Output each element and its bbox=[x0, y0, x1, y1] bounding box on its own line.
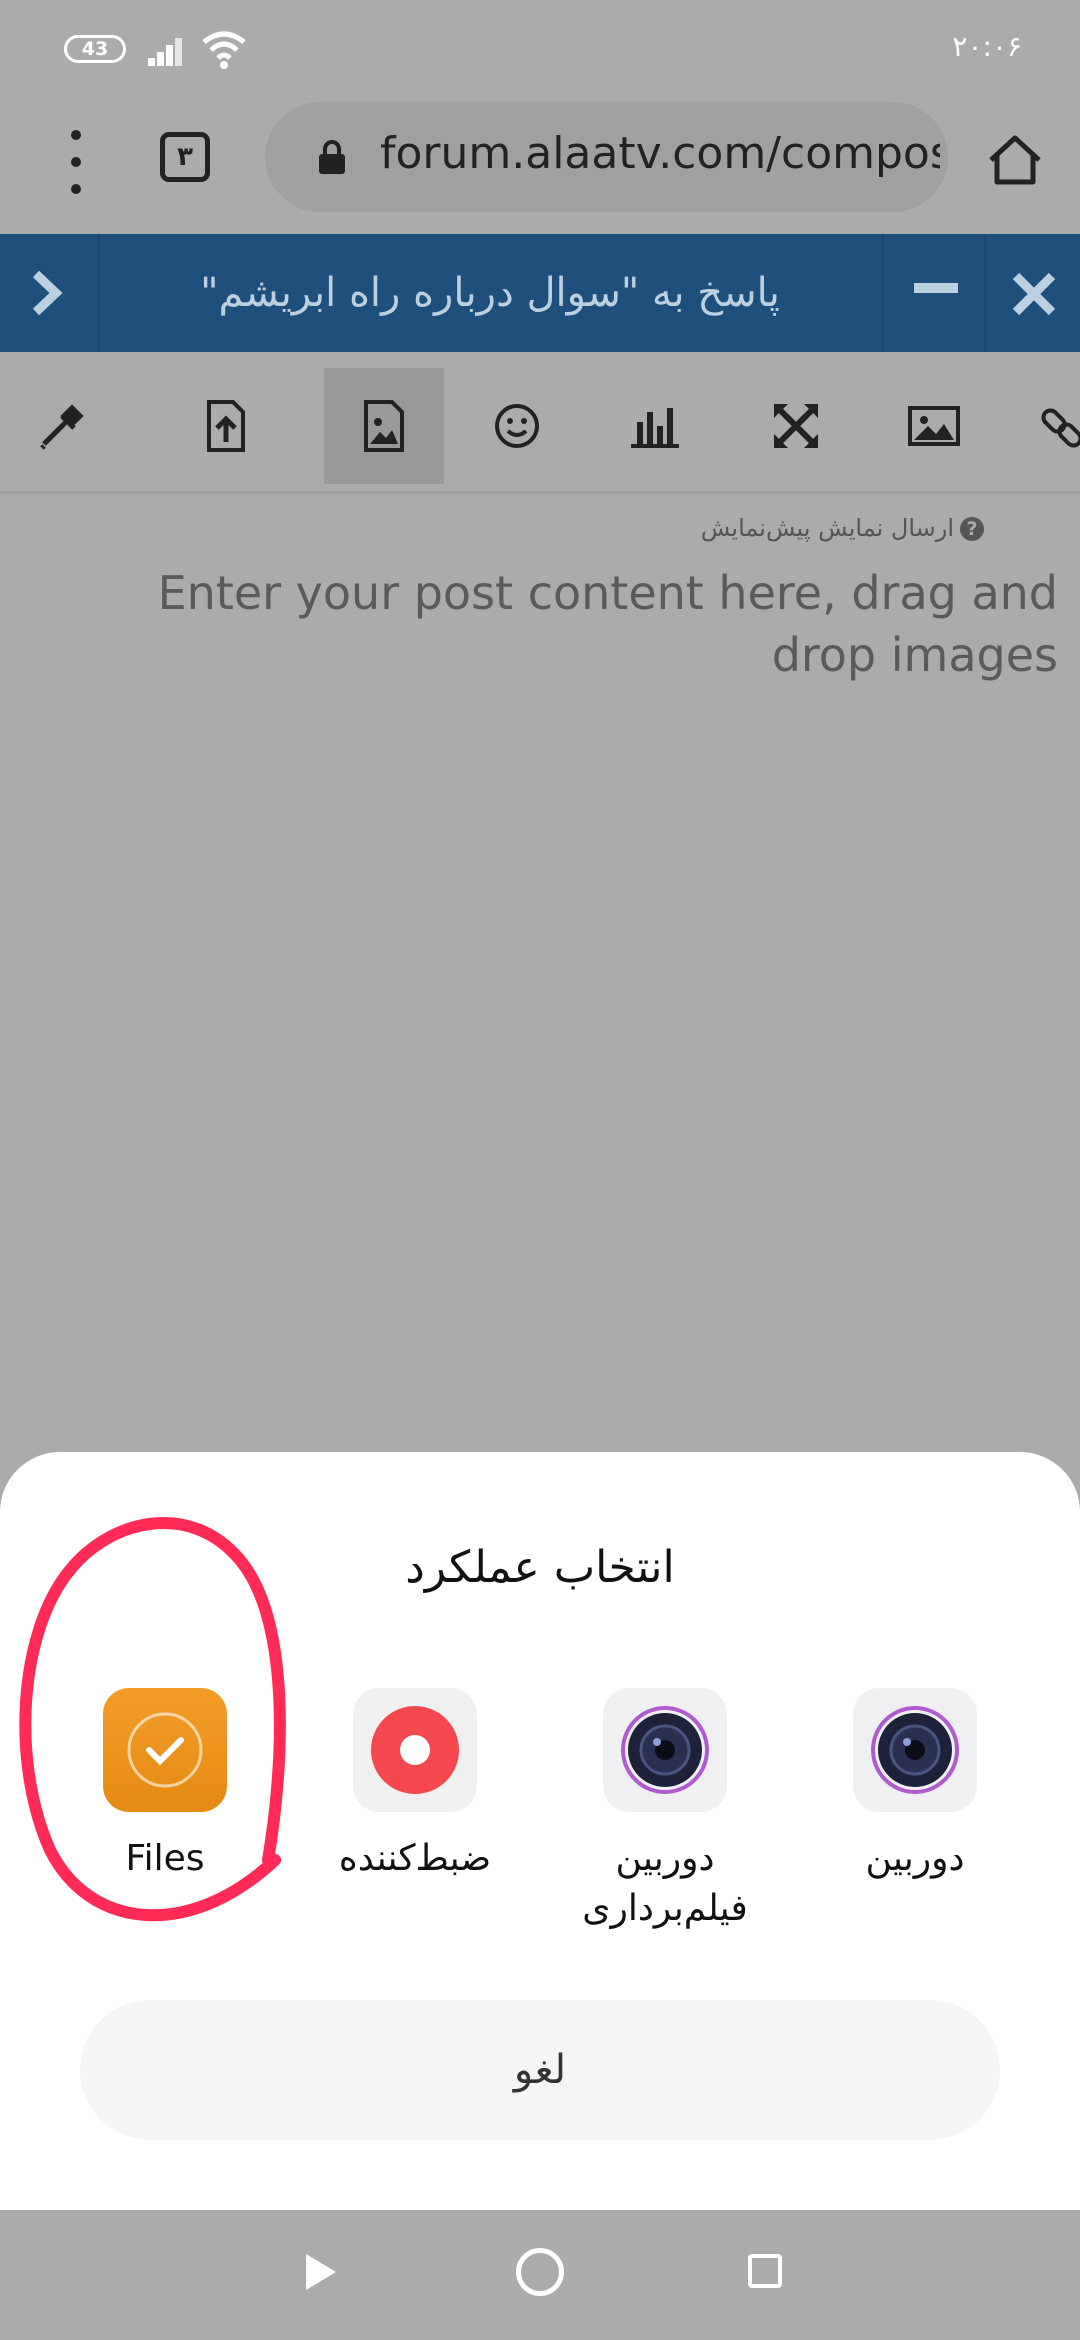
composer-title: پاسخ به "سوال درباره راه ابریشم" bbox=[200, 270, 780, 316]
fullscreen-icon bbox=[773, 403, 819, 449]
option-label: ضبط‌کننده bbox=[338, 1838, 492, 1879]
chart-icon bbox=[631, 408, 679, 448]
eyedropper-button[interactable] bbox=[2, 368, 122, 484]
option-label: Files bbox=[125, 1838, 205, 1879]
sheet-title: انتخاب عملکرد bbox=[405, 1542, 675, 1593]
system-nav-bar bbox=[0, 2210, 1080, 2340]
minimize-icon bbox=[914, 283, 958, 293]
preview-label: ارسال نمایش پیش‌نمایش bbox=[700, 514, 954, 542]
home-icon[interactable] bbox=[985, 130, 1045, 190]
video-camera-icon bbox=[603, 1688, 727, 1812]
image-button[interactable] bbox=[874, 368, 994, 484]
fullscreen-button[interactable] bbox=[736, 368, 856, 484]
url-text: forum.alaatv.com/compos bbox=[380, 128, 940, 179]
chevron-right-icon bbox=[32, 270, 63, 316]
editor-toolbar bbox=[0, 352, 1080, 494]
image-upload-icon bbox=[364, 400, 404, 452]
minimize-button[interactable] bbox=[882, 234, 984, 352]
composer-header: پاسخ به "سوال درباره راه ابریشم" bbox=[0, 234, 1080, 352]
eyedropper-icon bbox=[40, 404, 84, 450]
option-recorder[interactable]: ضبط‌کننده bbox=[315, 1688, 515, 1884]
recorder-icon bbox=[353, 1688, 477, 1812]
more-menu-icon[interactable] bbox=[68, 130, 84, 194]
file-upload-button[interactable] bbox=[165, 368, 285, 484]
file-upload-icon bbox=[207, 400, 245, 452]
cancel-button[interactable]: لغو bbox=[80, 2000, 1000, 2140]
image-icon bbox=[908, 406, 960, 446]
post-content-placeholder: Enter your post content here, drag and d… bbox=[157, 566, 1058, 682]
close-icon bbox=[1012, 272, 1056, 316]
editor-area[interactable]: ?ارسال نمایش پیش‌نمایش Enter your post c… bbox=[0, 494, 1080, 1454]
expand-button[interactable] bbox=[0, 234, 100, 352]
option-camera[interactable]: دوربین bbox=[815, 1688, 1015, 1884]
status-bar: 43 ۲۰:۰۶ bbox=[0, 0, 1080, 100]
option-video-camera[interactable]: دوربین فیلم‌برداری bbox=[565, 1688, 765, 1934]
home-nav-icon[interactable] bbox=[516, 2248, 564, 2296]
link-button[interactable] bbox=[1010, 368, 1080, 484]
tab-switcher-button[interactable]: ۳ bbox=[160, 132, 210, 182]
link-icon bbox=[1041, 408, 1080, 448]
browser-toolbar: ۳ forum.alaatv.com/compos bbox=[0, 100, 1080, 234]
files-check-icon bbox=[103, 1688, 227, 1812]
back-icon[interactable] bbox=[300, 2250, 340, 2294]
image-upload-button[interactable] bbox=[324, 368, 444, 484]
action-chooser-sheet: انتخاب عملکرد Files ضبط‌کننده bbox=[0, 1452, 1080, 2210]
wifi-icon bbox=[202, 31, 246, 69]
recents-icon[interactable] bbox=[748, 2254, 782, 2288]
clock: ۲۰:۰۶ bbox=[952, 30, 1022, 63]
poll-button[interactable] bbox=[595, 368, 715, 484]
option-label: دوربین فیلم‌برداری bbox=[582, 1838, 748, 1929]
close-button[interactable] bbox=[984, 234, 1080, 352]
option-label: دوربین bbox=[865, 1838, 965, 1879]
signal-icon bbox=[148, 34, 190, 66]
address-bar[interactable]: forum.alaatv.com/compos bbox=[265, 102, 948, 212]
emoji-button[interactable] bbox=[457, 368, 577, 484]
help-icon: ? bbox=[960, 517, 984, 541]
battery-indicator: 43 bbox=[64, 35, 126, 63]
emoji-icon bbox=[495, 404, 539, 448]
camera-icon bbox=[853, 1688, 977, 1812]
option-files[interactable]: Files bbox=[65, 1688, 265, 1884]
preview-toggle[interactable]: ?ارسال نمایش پیش‌نمایش bbox=[701, 514, 990, 542]
lock-icon bbox=[319, 140, 345, 174]
